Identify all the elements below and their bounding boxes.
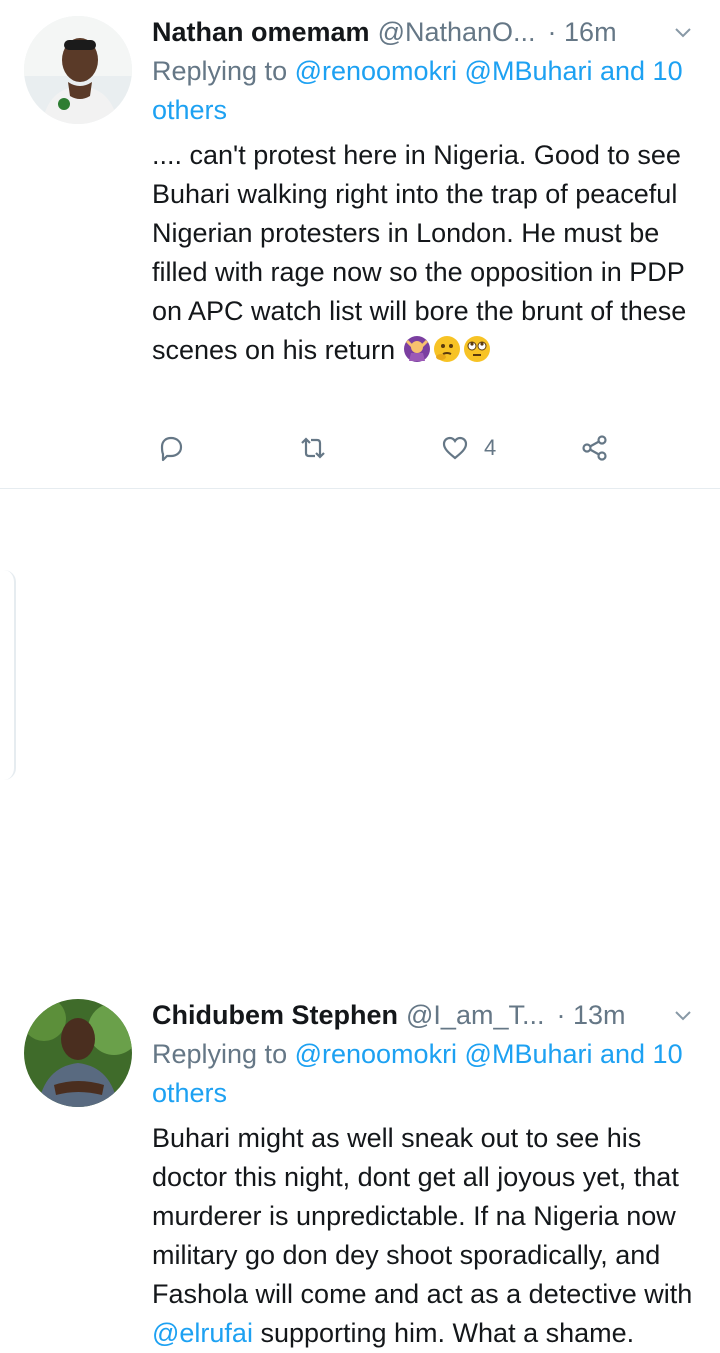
share-button[interactable] bbox=[580, 426, 610, 470]
tweet-text: .... can't protest here in Nigeria. Good… bbox=[152, 136, 700, 370]
like-icon bbox=[442, 436, 468, 460]
author-handle[interactable]: @NathanO... bbox=[378, 17, 536, 47]
like-count: 4 bbox=[484, 435, 497, 460]
face-rolling-eyes-emoji-icon bbox=[463, 336, 490, 362]
mention-link[interactable]: @elrufai bbox=[152, 1318, 253, 1348]
tweet-actions: 4 bbox=[152, 426, 632, 470]
avatar[interactable] bbox=[24, 16, 132, 124]
thinking-face-emoji-icon bbox=[433, 336, 460, 362]
reply-button[interactable] bbox=[156, 426, 186, 470]
share-icon bbox=[582, 435, 607, 461]
replying-prefix: Replying to bbox=[152, 1039, 295, 1069]
author-handle[interactable]: @I_am_T... bbox=[406, 1000, 544, 1030]
avatar[interactable] bbox=[24, 999, 132, 1107]
woman-gesturing-no-emoji-icon bbox=[403, 336, 430, 362]
chevron-down-icon[interactable] bbox=[674, 1007, 692, 1025]
replying-to: Replying to @renoomokri @MBuhari and 10 … bbox=[152, 1035, 700, 1113]
replying-to: Replying to @renoomokri @MBuhari and 10 … bbox=[152, 52, 700, 130]
replying-prefix: Replying to bbox=[152, 56, 295, 86]
author-name[interactable]: Chidubem Stephen bbox=[152, 1000, 398, 1030]
reply-icon bbox=[160, 436, 183, 462]
chevron-down-icon[interactable] bbox=[674, 24, 692, 42]
retweet-button[interactable] bbox=[298, 426, 328, 470]
author-name[interactable]: Nathan omemam bbox=[152, 17, 370, 47]
tweet-body: Buhari might as well sneak out to see hi… bbox=[152, 1123, 693, 1309]
tweet-text: Buhari might as well sneak out to see hi… bbox=[152, 1119, 700, 1353]
tweet-time[interactable]: · 13m bbox=[556, 1000, 625, 1030]
tweet-body: .... can't protest here in Nigeria. Good… bbox=[152, 140, 687, 365]
tweet[interactable]: Nathan omemam @NathanO... · 16m Replying t… bbox=[0, 0, 720, 489]
tweet-time[interactable]: · 16m bbox=[548, 17, 617, 47]
tweet[interactable]: Chidubem Stephen @I_am_T... · 13m Replying… bbox=[0, 489, 720, 1348]
like-button[interactable]: 4 bbox=[440, 426, 496, 470]
retweet-icon bbox=[301, 437, 325, 459]
tweet-body-end: supporting him. What a shame. bbox=[252, 1318, 635, 1348]
